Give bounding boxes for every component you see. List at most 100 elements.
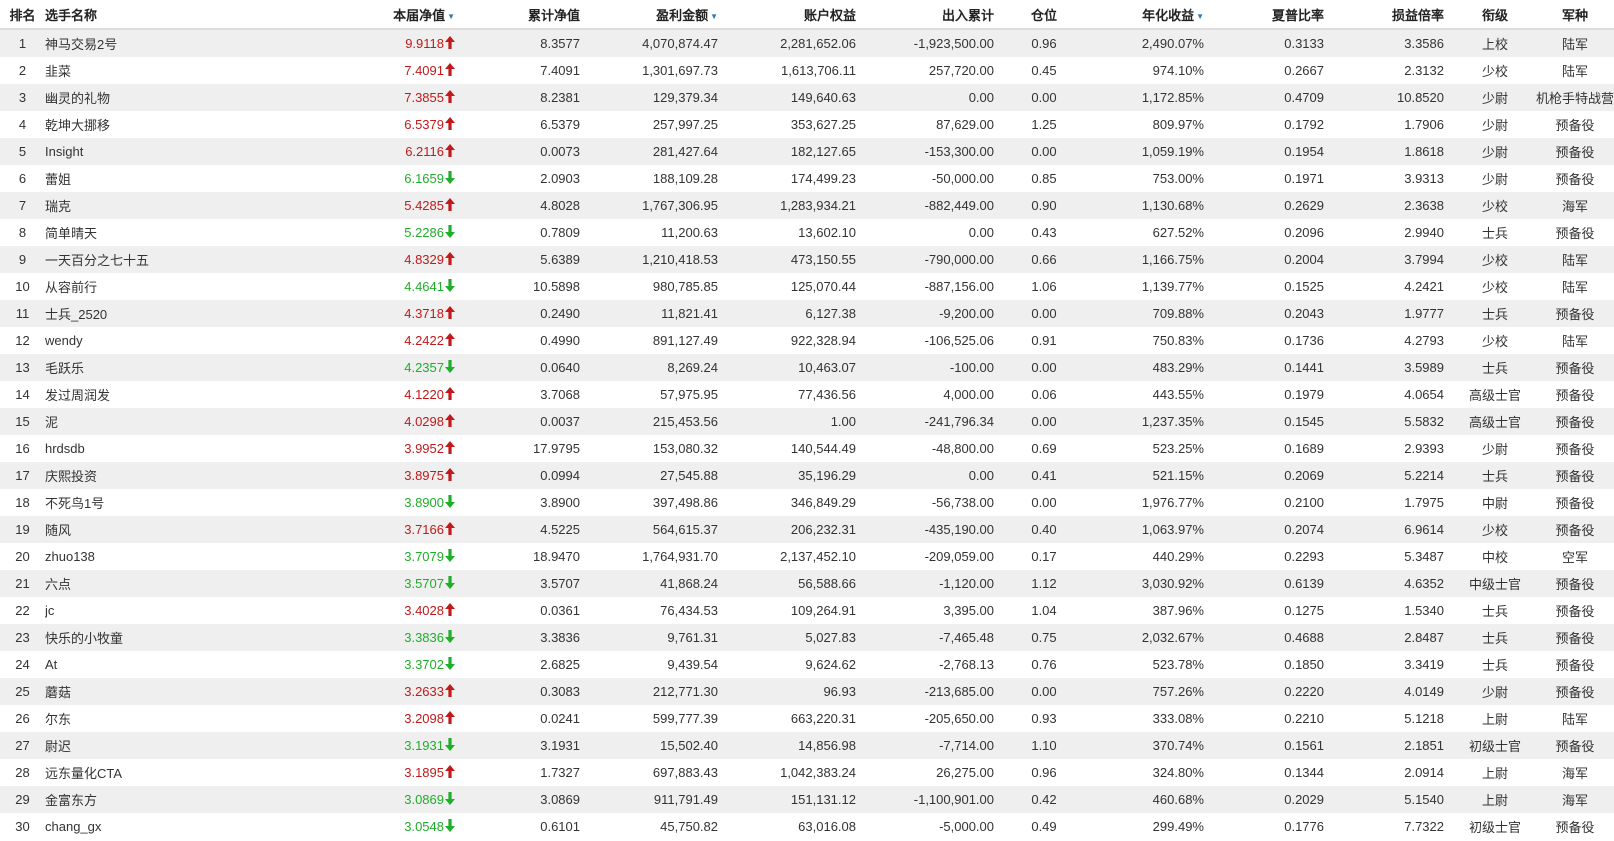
cell-name[interactable]: 金富东方	[45, 786, 375, 813]
table-row[interactable]: 10 从容前行 4.4641 10.5898 980,785.85 125,070.44 -…	[0, 273, 1614, 300]
player-name-link[interactable]: 远东量化CTA	[45, 766, 122, 781]
header-profit[interactable]: 盈利金额 ▼	[590, 0, 728, 30]
player-name-link[interactable]: wendy	[45, 333, 83, 348]
table-row[interactable]: 23 快乐的小牧童 3.3836 3.3836 9,761.31 5,027.83 -7,4…	[0, 624, 1614, 651]
cell-name[interactable]: 毛跃乐	[45, 354, 375, 381]
cell-name[interactable]: 幽灵的礼物	[45, 84, 375, 111]
player-name-link[interactable]: chang_gx	[45, 819, 101, 834]
table-row[interactable]: 21 六点 3.5707 3.5707 41,868.24 56,588.66 -1,120…	[0, 570, 1614, 597]
table-row[interactable]: 19 随风 3.7166 4.5225 564,615.37 206,232.31 -435…	[0, 516, 1614, 543]
table-row[interactable]: 28 远东量化CTA 3.1895 1.7327 697,883.43 1,042,383…	[0, 759, 1614, 786]
table-row[interactable]: 6 蕾姐 6.1659 2.0903 188,109.28 174,499.23 -50,0…	[0, 165, 1614, 192]
player-name-link[interactable]: 发过周润发	[45, 388, 110, 403]
header-ratio[interactable]: 损益倍率	[1334, 0, 1454, 30]
cell-name[interactable]: 从容前行	[45, 273, 375, 300]
table-row[interactable]: 30 chang_gx 3.0548 0.6101 45,750.82 63,016.08…	[0, 813, 1614, 840]
table-row[interactable]: 9 一天百分之七十五 4.8329 5.6389 1,210,418.53 473,150…	[0, 246, 1614, 273]
cell-name[interactable]: 随风	[45, 516, 375, 543]
cell-name[interactable]: 韭菜	[45, 57, 375, 84]
table-row[interactable]: 29 金富东方 3.0869 3.0869 911,791.49 151,131.12 -1…	[0, 786, 1614, 813]
header-nav[interactable]: 本届净值 ▼	[375, 0, 455, 30]
table-row[interactable]: 20 zhuo138 3.7079 18.9470 1,764,931.70 2,137,…	[0, 543, 1614, 570]
header-sharpe[interactable]: 夏普比率	[1214, 0, 1334, 30]
table-row[interactable]: 26 尔东 3.2098 0.0241 599,777.39 663,220.31 -205…	[0, 705, 1614, 732]
cell-name[interactable]: 乾坤大挪移	[45, 111, 375, 138]
cell-name[interactable]: chang_gx	[45, 813, 375, 840]
table-row[interactable]: 25 蘑菇 3.2633 0.3083 212,771.30 96.93 -213,685.…	[0, 678, 1614, 705]
header-rank-title[interactable]: 衔级	[1454, 0, 1536, 30]
player-name-link[interactable]: 乾坤大挪移	[45, 118, 110, 133]
player-name-link[interactable]: 毛跃乐	[45, 361, 84, 376]
table-row[interactable]: 17 庆熙投资 3.8975 0.0994 27,545.88 35,196.29 0.00…	[0, 462, 1614, 489]
player-name-link[interactable]: 金富东方	[45, 793, 97, 808]
player-name-link[interactable]: 从容前行	[45, 280, 97, 295]
header-name[interactable]: 选手名称	[45, 0, 375, 30]
player-name-link[interactable]: 一天百分之七十五	[45, 253, 149, 268]
table-row[interactable]: 16 hrdsdb 3.9952 17.9795 153,080.32 140,544.4…	[0, 435, 1614, 462]
cell-name[interactable]: 士兵_2520	[45, 300, 375, 327]
cell-name[interactable]: 泥	[45, 408, 375, 435]
table-row[interactable]: 3 幽灵的礼物 7.3855 8.2381 129,379.34 149,640.63 0.…	[0, 84, 1614, 111]
table-row[interactable]: 22 jc 3.4028 0.0361 76,434.53 109,264.91 3,395…	[0, 597, 1614, 624]
table-row[interactable]: 14 发过周润发 4.1220 3.7068 57,975.95 77,436.56 4,0…	[0, 381, 1614, 408]
cell-name[interactable]: 快乐的小牧童	[45, 624, 375, 651]
header-io[interactable]: 出入累计	[866, 0, 1004, 30]
table-row[interactable]: 24 At 3.3702 2.6825 9,439.54 9,624.62 -2,768.1…	[0, 651, 1614, 678]
cell-name[interactable]: 发过周润发	[45, 381, 375, 408]
player-name-link[interactable]: 快乐的小牧童	[45, 631, 123, 646]
header-position[interactable]: 仓位	[1004, 0, 1084, 30]
table-row[interactable]: 11 士兵_2520 4.3718 0.2490 11,821.41 6,127.38 -9…	[0, 300, 1614, 327]
cell-name[interactable]: 六点	[45, 570, 375, 597]
cell-name[interactable]: 简单晴天	[45, 219, 375, 246]
header-cum-nav[interactable]: 累计净值	[455, 0, 590, 30]
cell-name[interactable]: zhuo138	[45, 543, 375, 570]
cell-name[interactable]: 瑞克	[45, 192, 375, 219]
table-row[interactable]: 15 泥 4.0298 0.0037 215,453.56 1.00 -241,796.34…	[0, 408, 1614, 435]
cell-name[interactable]: 庆熙投资	[45, 462, 375, 489]
table-row[interactable]: 2 韭菜 7.4091 7.4091 1,301,697.73 1,613,706.11 2…	[0, 57, 1614, 84]
table-row[interactable]: 13 毛跃乐 4.2357 0.0640 8,269.24 10,463.07 -100.0…	[0, 354, 1614, 381]
table-row[interactable]: 12 wendy 4.2422 0.4990 891,127.49 922,328.94 -…	[0, 327, 1614, 354]
player-name-link[interactable]: 士兵_2520	[45, 307, 107, 322]
table-row[interactable]: 18 不死鸟1号 3.8900 3.8900 397,498.86 346,849.29 -…	[0, 489, 1614, 516]
cell-name[interactable]: 远东量化CTA	[45, 759, 375, 786]
table-row[interactable]: 4 乾坤大挪移 6.5379 6.5379 257,997.25 353,627.25 87…	[0, 111, 1614, 138]
header-branch[interactable]: 军种	[1536, 0, 1614, 30]
table-row[interactable]: 1 神马交易2号 9.9118 8.3577 4,070,874.47 2,281,652…	[0, 29, 1614, 57]
player-name-link[interactable]: 六点	[45, 577, 71, 592]
cell-name[interactable]: wendy	[45, 327, 375, 354]
player-name-link[interactable]: At	[45, 657, 57, 672]
player-name-link[interactable]: 泥	[45, 415, 58, 430]
table-row[interactable]: 7 瑞克 5.4285 4.8028 1,767,306.95 1,283,934.21 -…	[0, 192, 1614, 219]
player-name-link[interactable]: jc	[45, 603, 54, 618]
cell-name[interactable]: 尔东	[45, 705, 375, 732]
header-equity[interactable]: 账户权益	[728, 0, 866, 30]
player-name-link[interactable]: 韭菜	[45, 64, 71, 79]
cell-name[interactable]: At	[45, 651, 375, 678]
cell-name[interactable]: 一天百分之七十五	[45, 246, 375, 273]
cell-name[interactable]: 神马交易2号	[45, 29, 375, 57]
cell-name[interactable]: Insight	[45, 138, 375, 165]
player-name-link[interactable]: Insight	[45, 144, 83, 159]
player-name-link[interactable]: 尉迟	[45, 739, 71, 754]
player-name-link[interactable]: hrdsdb	[45, 441, 85, 456]
player-name-link[interactable]: 不死鸟1号	[45, 496, 104, 511]
cell-name[interactable]: jc	[45, 597, 375, 624]
player-name-link[interactable]: zhuo138	[45, 549, 95, 564]
table-row[interactable]: 5 Insight 6.2116 0.0073 281,427.64 182,127.65…	[0, 138, 1614, 165]
header-annual[interactable]: 年化收益 ▼	[1084, 0, 1214, 30]
player-name-link[interactable]: 蘑菇	[45, 685, 71, 700]
cell-name[interactable]: 尉迟	[45, 732, 375, 759]
player-name-link[interactable]: 尔东	[45, 712, 71, 727]
cell-name[interactable]: 蕾姐	[45, 165, 375, 192]
cell-name[interactable]: hrdsdb	[45, 435, 375, 462]
table-row[interactable]: 27 尉迟 3.1931 3.1931 15,502.40 14,856.98 -7,714…	[0, 732, 1614, 759]
player-name-link[interactable]: 庆熙投资	[45, 469, 97, 484]
player-name-link[interactable]: 神马交易2号	[45, 37, 117, 52]
header-rank[interactable]: 排名	[0, 0, 45, 30]
player-name-link[interactable]: 蕾姐	[45, 172, 71, 187]
player-name-link[interactable]: 简单晴天	[45, 226, 97, 241]
table-row[interactable]: 8 简单晴天 5.2286 0.7809 11,200.63 13,602.10 0.00 0…	[0, 219, 1614, 246]
player-name-link[interactable]: 随风	[45, 523, 71, 538]
cell-name[interactable]: 蘑菇	[45, 678, 375, 705]
